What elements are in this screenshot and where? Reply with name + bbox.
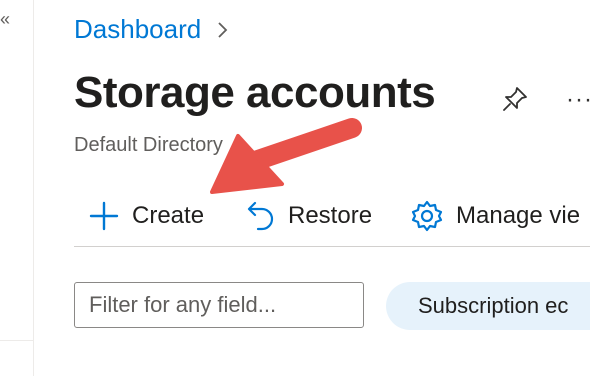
subscription-filter-label: Subscription ec <box>418 293 569 318</box>
breadcrumb: Dashboard <box>74 14 233 45</box>
page-title: Storage accounts <box>74 68 436 117</box>
filter-input[interactable] <box>74 282 364 328</box>
page-subtitle: Default Directory <box>74 134 223 156</box>
gear-icon <box>411 200 443 232</box>
rail-divider <box>0 340 34 341</box>
manage-view-button[interactable]: Manage vie <box>410 190 580 242</box>
restore-button[interactable]: Restore <box>246 190 372 242</box>
left-rail: « <box>0 0 34 376</box>
create-button[interactable]: Create <box>88 190 204 242</box>
more-icon[interactable]: ··· <box>566 86 590 114</box>
subscription-filter-pill[interactable]: Subscription ec <box>386 282 590 330</box>
breadcrumb-dashboard-link[interactable]: Dashboard <box>74 14 201 45</box>
undo-icon <box>247 201 274 231</box>
plus-icon <box>89 201 119 231</box>
command-bar: Create Restore Manage vie <box>74 190 590 247</box>
manage-view-label: Manage vie <box>456 202 581 229</box>
chevron-right-icon <box>218 21 228 38</box>
double-chevron-left-icon[interactable]: « <box>0 10 10 28</box>
restore-label: Restore <box>288 202 373 229</box>
pin-icon[interactable] <box>500 84 530 114</box>
create-label: Create <box>132 202 205 229</box>
portal-page: « Dashboard Storage accounts ··· Default… <box>0 0 590 376</box>
